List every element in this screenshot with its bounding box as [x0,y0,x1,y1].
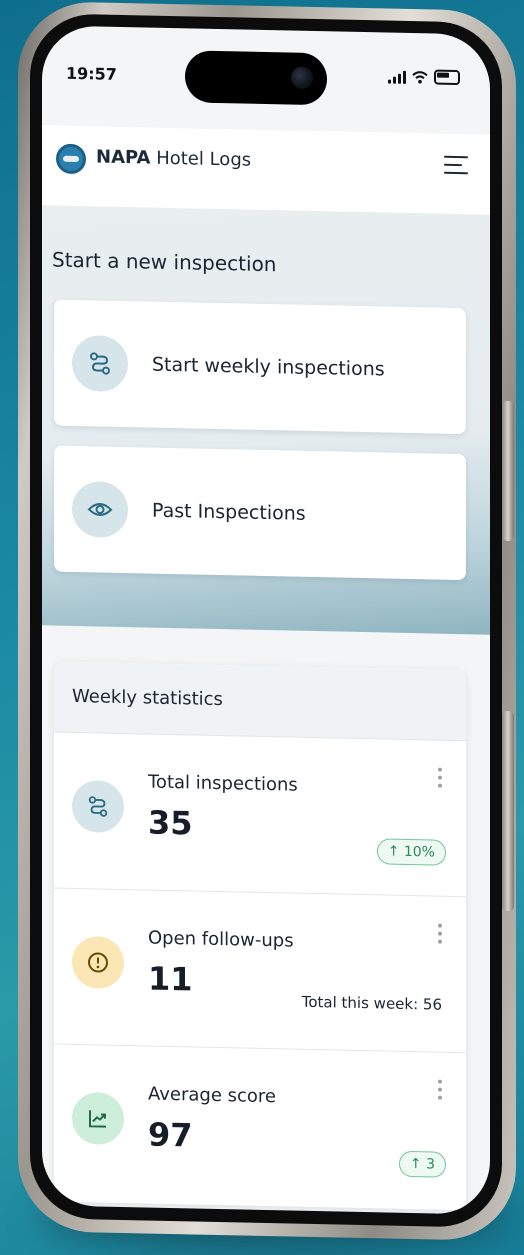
dynamic-island [185,50,327,106]
weekly-statistics-card: Weekly statistics Total inspections 35 ↑… [54,661,466,1211]
route-icon [72,779,124,834]
stats-header: Weekly statistics [54,661,466,742]
phone-screen: 19:57 NAPA Hotel Logs Start a new inspec… [42,25,490,1215]
past-inspections-button[interactable]: Past Inspections [54,445,466,581]
stat-average-score: Average score 97 ↑ 3 [54,1044,466,1209]
stat-label: Total inspections [148,771,298,796]
stat-value: 97 [148,1115,193,1155]
more-options-icon[interactable] [438,1079,442,1104]
status-time: 19:57 [66,63,117,84]
change-badge: ↑ 3 [398,1150,446,1178]
stat-value: 11 [148,959,193,999]
camera-icon [291,66,313,89]
stat-label: Open follow-ups [148,927,294,952]
start-weekly-inspections-label: Start weekly inspections [152,353,385,381]
hero-section: Start a new inspection Start weekly insp… [42,205,490,635]
signal-icon [388,69,406,84]
alert-circle-icon [72,935,124,990]
more-options-icon[interactable] [438,923,442,948]
trend-up-icon [72,1091,124,1146]
brand-name[interactable]: NAPA Hotel Logs [96,146,251,170]
hamburger-menu-icon[interactable] [444,155,468,181]
battery-icon [434,69,460,86]
app-header: NAPA Hotel Logs [42,125,490,215]
volume-button [502,400,514,542]
past-inspections-label: Past Inspections [152,499,306,525]
power-button [502,710,514,912]
brand-logo-icon [56,143,86,175]
stat-open-follow-ups: Open follow-ups 11 Total this week: 56 [54,887,466,1054]
total-this-week: Total this week: 56 [301,992,442,1014]
more-options-icon[interactable] [438,767,442,792]
stat-value: 35 [148,803,193,843]
section-title: Start a new inspection [52,247,277,277]
wifi-icon [412,70,428,84]
brand-bold: NAPA [96,146,151,169]
eye-icon [72,480,128,539]
start-weekly-inspections-button[interactable]: Start weekly inspections [54,299,466,435]
stat-label: Average score [148,1083,277,1108]
status-icons [388,69,460,86]
route-icon [72,334,128,393]
change-badge: ↑ 10% [376,838,446,866]
stat-total-inspections: Total inspections 35 ↑ 10% [54,731,466,898]
stats-title: Weekly statistics [72,685,223,711]
brand-rest: Hotel Logs [150,147,252,171]
